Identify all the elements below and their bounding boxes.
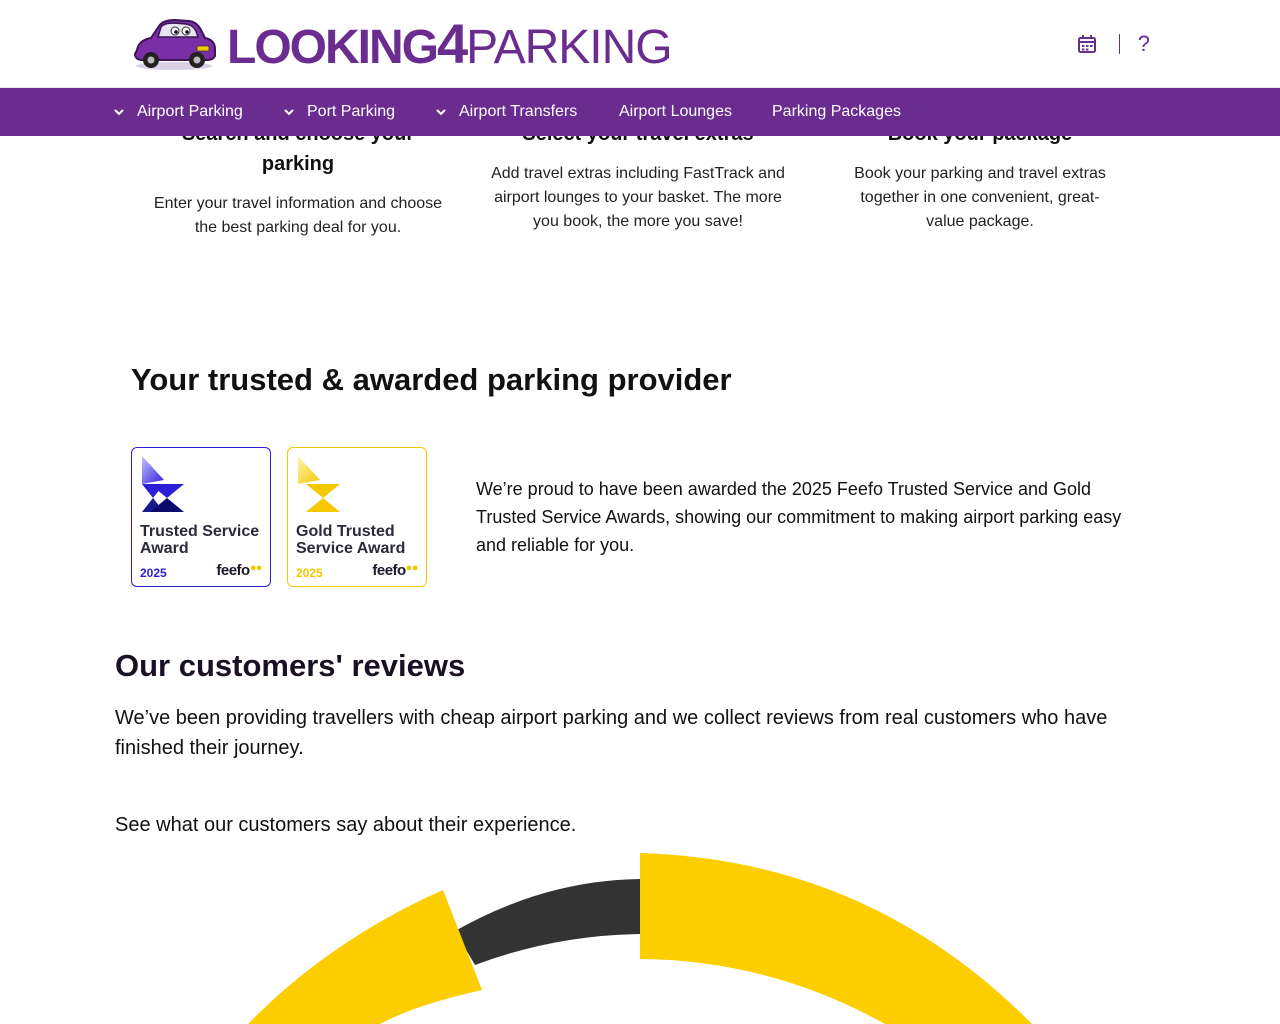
gauge-track-arc xyxy=(455,879,640,965)
nav-airport-parking[interactable]: Airport Parking xyxy=(113,88,243,136)
gauge-left-arc xyxy=(248,890,482,1024)
gold-trusted-service-award-badge: Gold Trusted Service Award 2025 feefo●● xyxy=(287,447,427,587)
tool-divider xyxy=(1118,34,1120,54)
chevron-down-icon xyxy=(284,109,294,116)
nav-port-parking[interactable]: Port Parking xyxy=(283,88,395,136)
logo-parking: PARKING xyxy=(466,21,672,74)
step-text: Add travel extras including FastTrack an… xyxy=(491,165,785,230)
feefo-gold-award-icon xyxy=(298,456,340,512)
badge-title: Trusted Service Award xyxy=(140,523,260,557)
chevron-down-icon xyxy=(436,109,446,116)
reviews-subtext: See what our customers say about their e… xyxy=(115,814,577,836)
nav-label: Airport Parking xyxy=(137,103,243,120)
feefo-wordmark: feefo xyxy=(216,562,250,579)
header-tools: ? xyxy=(1077,30,1150,58)
nav-label: Port Parking xyxy=(307,103,396,120)
logo-looking: LOOKING xyxy=(227,21,439,74)
badge-title: Gold Trusted Service Award xyxy=(296,523,406,557)
trusted-title: Your trusted & awarded parking provider xyxy=(131,362,732,397)
feefo-wordmark: feefo xyxy=(372,562,406,579)
feefo-eyes-icon: ●● xyxy=(405,562,419,574)
nav-airport-transfers[interactable]: Airport Transfers xyxy=(435,88,577,136)
trusted-service-award-badge: Trusted Service Award 2025 feefo●● xyxy=(131,447,271,587)
nav-label: Airport Transfers xyxy=(459,103,578,120)
step-extras: Select your travel extras Add travel ext… xyxy=(488,119,788,234)
nav-label: Parking Packages xyxy=(772,103,901,120)
feefo-logo: feefo●● xyxy=(216,562,262,579)
badge-year: 2025 xyxy=(140,566,167,580)
feefo-logo: feefo●● xyxy=(372,562,418,579)
help-icon[interactable]: ? xyxy=(1138,33,1150,55)
site-header: LOOKING 4 PARKING ? xyxy=(0,0,1280,88)
rating-gauge xyxy=(248,853,1032,1024)
site-logo[interactable]: LOOKING 4 PARKING xyxy=(131,12,673,75)
nav-parking-packages[interactable]: Parking Packages xyxy=(772,88,901,136)
badge-year: 2025 xyxy=(296,566,323,580)
chevron-down-icon xyxy=(114,109,124,116)
reviews-title: Our customers' reviews xyxy=(115,648,466,683)
reviews-intro: We’ve been providing travellers with che… xyxy=(115,707,1108,759)
feefo-eyes-icon: ●● xyxy=(249,562,263,574)
car-icon xyxy=(133,18,216,70)
calendar-icon[interactable] xyxy=(1077,34,1097,54)
feefo-award-icon xyxy=(142,456,184,512)
step-text: Book your parking and travel extras toge… xyxy=(854,165,1106,230)
step-search: Search and choose your parking Enter you… xyxy=(150,119,446,240)
nav-label: Airport Lounges xyxy=(619,103,732,120)
nav-airport-lounges[interactable]: Airport Lounges xyxy=(619,88,732,136)
logo-wordmark: LOOKING 4 PARKING xyxy=(227,12,673,75)
main-nav: Airport Parking Port Parking Airport Tra… xyxy=(0,88,1280,136)
trusted-description: We’re proud to have been awarded the 202… xyxy=(476,479,1122,555)
logo-four: 4 xyxy=(437,12,468,75)
step-text: Enter your travel information and choose… xyxy=(153,195,443,236)
step-book: Book your package Book your parking and … xyxy=(846,119,1114,234)
gauge-right-arc xyxy=(640,853,1032,1024)
